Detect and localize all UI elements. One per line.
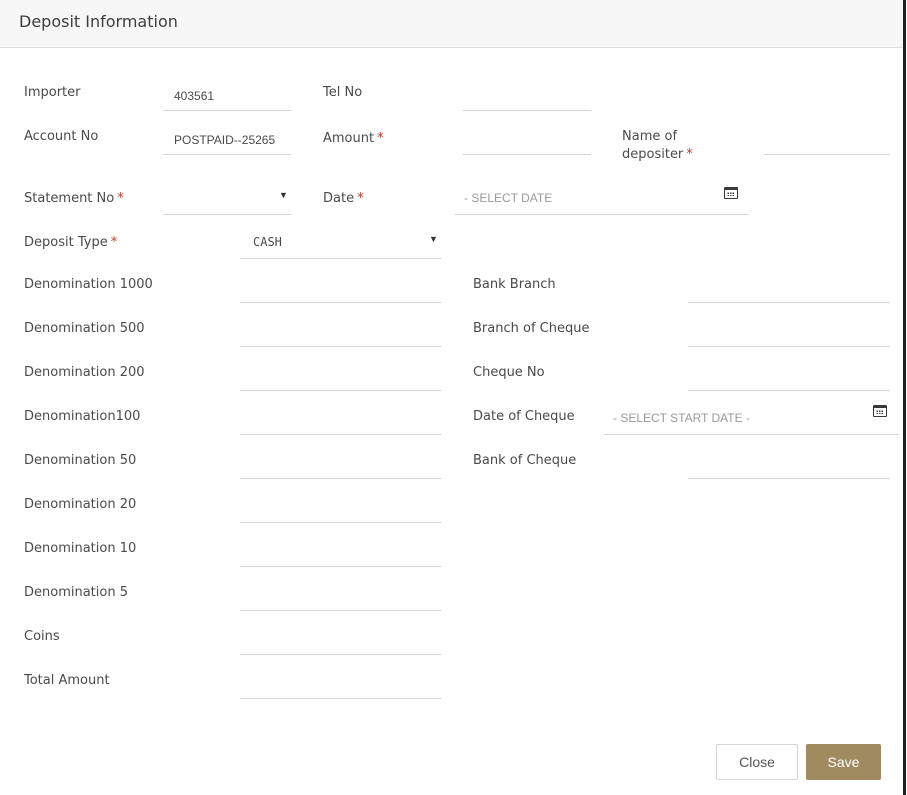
denomination-50-field[interactable] <box>240 454 441 479</box>
denomination-500-label: Denomination 500 <box>24 321 145 336</box>
cheque-no-label: Cheque No <box>473 365 545 380</box>
importer-value: 403561 <box>174 89 215 103</box>
importer-label: Importer <box>24 85 81 100</box>
required-marker: * <box>110 235 118 250</box>
calendar-icon[interactable] <box>724 187 738 199</box>
modal-title: Deposit Information <box>19 12 178 31</box>
bank-of-cheque-field[interactable] <box>688 454 890 479</box>
amount-label-text: Amount <box>323 131 375 146</box>
tel-no-label: Tel No <box>323 85 363 100</box>
statement-no-select[interactable]: ▼ <box>163 190 291 215</box>
denomination-50-label: Denomination 50 <box>24 453 137 468</box>
account-no-field[interactable]: POSTPAID--25265 <box>163 130 291 155</box>
bank-branch-label: Bank Branch <box>473 277 556 292</box>
bank-of-cheque-label: Bank of Cheque <box>473 453 577 468</box>
denomination-10-field[interactable] <box>240 542 441 567</box>
tel-no-field[interactable] <box>463 86 591 111</box>
amount-label: Amount * <box>323 130 384 148</box>
denomination-10-label: Denomination 10 <box>24 541 137 556</box>
name-of-depositer-field[interactable] <box>764 130 890 155</box>
statement-no-label: Statement No * <box>24 190 124 208</box>
coins-field[interactable] <box>240 630 441 655</box>
date-picker-field[interactable]: - SELECT DATE <box>455 187 749 215</box>
denomination-1000-field[interactable] <box>240 278 441 303</box>
required-marker: * <box>117 191 124 206</box>
chevron-down-icon[interactable]: ▼ <box>279 190 288 200</box>
calendar-icon[interactable] <box>873 405 887 417</box>
deposit-type-value: CASH <box>253 235 282 249</box>
name-of-depositer-label-line1: Name of <box>622 129 678 144</box>
name-of-depositer-label: Name of depositer * <box>622 128 693 164</box>
date-label: Date * <box>323 190 364 208</box>
denomination-200-label: Denomination 200 <box>24 365 145 380</box>
date-of-cheque-picker[interactable]: - SELECT START DATE - <box>604 405 899 435</box>
cheque-no-field[interactable] <box>688 366 890 391</box>
denomination-5-label: Denomination 5 <box>24 585 128 600</box>
name-of-depositer-label-line2: depositer <box>622 147 684 162</box>
denomination-20-label: Denomination 20 <box>24 497 137 512</box>
account-no-label: Account No <box>24 129 99 144</box>
denomination-500-field[interactable] <box>240 322 441 347</box>
required-marker: * <box>357 191 364 206</box>
deposit-type-label: Deposit Type * <box>24 234 117 252</box>
total-amount-field[interactable] <box>240 674 441 699</box>
branch-of-cheque-label: Branch of Cheque <box>473 321 590 336</box>
deposit-information-modal: Deposit Information Importer 403561 Tel … <box>0 0 906 795</box>
denomination-100-field[interactable] <box>240 410 441 435</box>
save-button[interactable]: Save <box>806 744 881 780</box>
date-of-cheque-placeholder: - SELECT START DATE - <box>613 411 750 425</box>
modal-header: Deposit Information <box>0 0 903 48</box>
amount-field[interactable] <box>463 130 591 155</box>
denomination-100-label: Denomination100 <box>24 409 141 424</box>
account-no-value: POSTPAID--25265 <box>174 133 276 147</box>
date-of-cheque-label: Date of Cheque <box>473 409 575 424</box>
date-placeholder: - SELECT DATE <box>464 191 553 205</box>
denomination-20-field[interactable] <box>240 498 441 523</box>
date-label-text: Date <box>323 191 355 206</box>
denomination-200-field[interactable] <box>240 366 441 391</box>
denomination-5-field[interactable] <box>240 586 441 611</box>
name-of-depositer-label-line2-wrap: depositer * <box>622 146 693 164</box>
denomination-1000-label: Denomination 1000 <box>24 277 153 292</box>
coins-label: Coins <box>24 629 60 644</box>
bank-branch-field[interactable] <box>688 278 890 303</box>
deposit-type-select[interactable]: CASH ▼ <box>240 234 441 259</box>
total-amount-label: Total Amount <box>24 673 110 688</box>
branch-of-cheque-field[interactable] <box>688 322 890 347</box>
required-marker: * <box>686 147 693 162</box>
importer-field[interactable]: 403561 <box>163 86 291 111</box>
chevron-down-icon[interactable]: ▼ <box>429 234 438 244</box>
required-marker: * <box>377 131 384 146</box>
close-button[interactable]: Close <box>716 744 798 780</box>
deposit-type-label-text: Deposit Type <box>24 235 108 250</box>
statement-no-label-text: Statement No <box>24 191 115 206</box>
